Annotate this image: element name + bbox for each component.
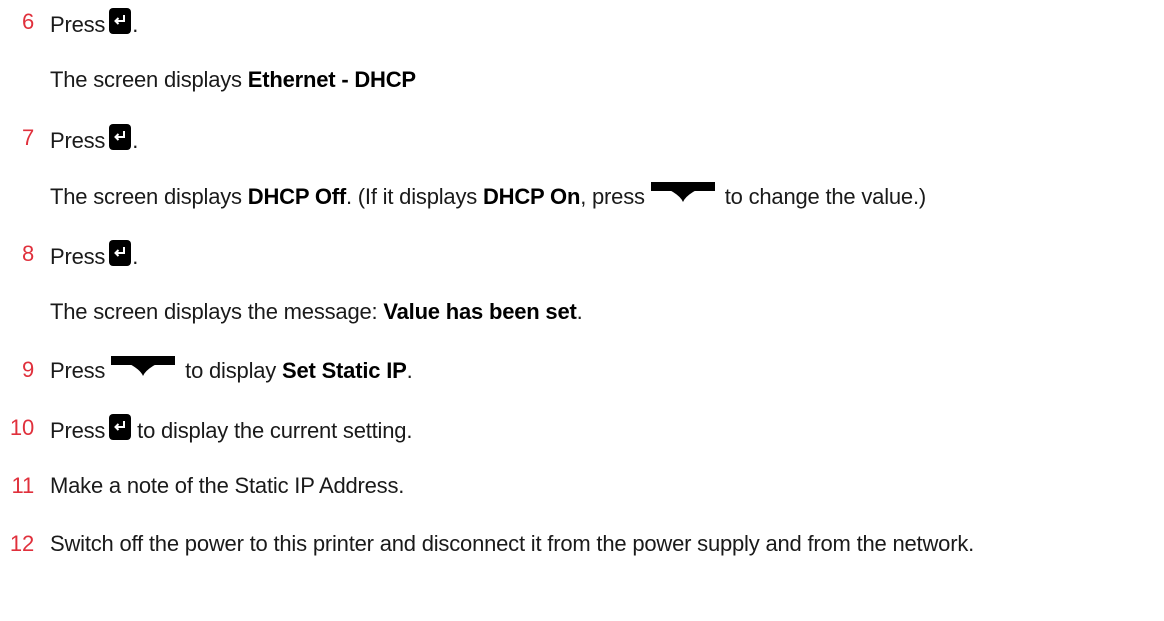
result-text: The screen displays the message: [50,299,384,324]
period: . [406,358,413,383]
down-key-icon [650,182,715,202]
period: . [576,299,583,324]
step-number: 10 [9,415,34,440]
screen-value: Ethernet - DHCP [247,67,416,92]
step-text: Make a note of the Static IP Address. [50,473,405,498]
step-number: 7 [21,125,34,150]
step-text: Switch off the power to this printer and… [50,531,975,556]
step-text: Press to display the current setting. [50,414,412,445]
press-label: Press [50,128,106,153]
step-number: 6 [21,9,34,34]
step-number: 11 [11,473,35,498]
enter-key-icon [109,124,132,150]
press-label: Press [50,418,106,443]
result-text: . (If it displays [345,184,483,209]
step-number: 9 [21,357,34,382]
step-text: Press. [50,124,138,155]
enter-key-icon [109,8,132,34]
enter-key-icon [109,414,132,440]
step-text-end: to display the current setting. [131,418,413,443]
screen-value: Set Static IP [282,358,407,383]
period: . [132,128,139,153]
step-number: 8 [21,241,34,266]
step-6-result: The screen displays Ethernet - DHCP [50,66,416,94]
step-text-mid: to display [179,358,283,383]
period: . [132,244,139,269]
enter-key-icon [109,240,132,266]
step-8-result: The screen displays the message: Value h… [50,298,583,326]
press-label: Press [50,244,106,269]
step-text: Press to display Set Static IP. [50,356,413,385]
screen-value: DHCP On [482,184,581,209]
screen-value: DHCP Off [247,184,346,209]
result-text: to change the value.) [718,184,927,209]
press-label: Press [50,12,106,37]
step-text: Press. [50,240,138,271]
result-text: The screen displays [50,67,248,92]
screen-value: Value has been set [383,299,577,324]
step-number: 12 [9,531,34,556]
result-text: The screen displays [50,184,248,209]
period: . [132,12,139,37]
result-text: , press [580,184,645,209]
step-7-result: The screen displays DHCP Off. (If it dis… [50,182,926,211]
press-label: Press [50,358,106,383]
step-text: Press. [50,8,138,39]
down-key-icon [111,356,176,376]
